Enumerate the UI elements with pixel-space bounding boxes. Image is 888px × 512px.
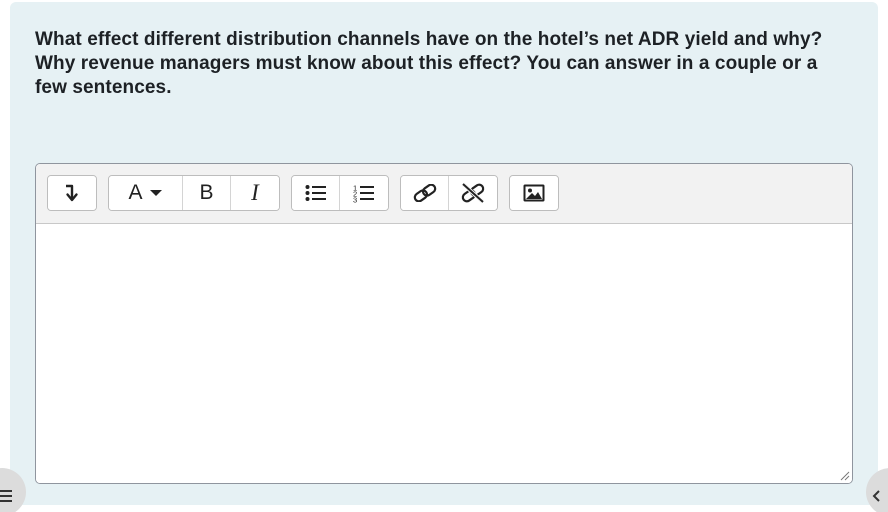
unlink-button[interactable]	[449, 176, 497, 210]
toolbar-group-collapse	[47, 175, 97, 211]
italic-icon: I	[251, 180, 259, 205]
italic-button[interactable]: I	[231, 176, 279, 210]
ordered-list-button[interactable]: 1 2 3	[340, 176, 388, 210]
caret-down-icon	[149, 190, 162, 196]
ordered-list-icon: 1 2 3	[353, 184, 374, 204]
toolbar-group-lists: 1 2 3	[291, 175, 389, 211]
image-button[interactable]	[510, 176, 558, 210]
unlink-icon	[461, 182, 485, 204]
page: What effect different distribution chann…	[0, 0, 888, 512]
toolbar-group-style: A B I	[108, 175, 280, 211]
editor-content-area[interactable]	[36, 224, 852, 483]
unordered-list-icon	[305, 185, 326, 201]
collapse-toolbar-button[interactable]	[48, 176, 96, 210]
toolbar-group-links	[400, 175, 498, 211]
question-panel: What effect different distribution chann…	[10, 2, 878, 505]
link-icon	[413, 184, 436, 202]
unordered-list-button[interactable]	[292, 176, 340, 210]
font-color-button[interactable]: A	[109, 176, 183, 210]
svg-text:3: 3	[353, 196, 357, 204]
resize-handle-icon[interactable]	[840, 471, 850, 481]
image-icon	[523, 184, 545, 202]
bold-button[interactable]: B	[183, 176, 231, 210]
bold-icon: B	[199, 181, 214, 204]
font-color-icon: A	[128, 181, 143, 204]
menu-icon	[0, 490, 12, 502]
collapse-toolbar-icon	[66, 184, 78, 202]
question-text: What effect different distribution chann…	[35, 29, 823, 98]
chevron-left-icon	[872, 490, 880, 502]
toolbar-group-media	[509, 175, 559, 211]
text-editor: A B I 1 2 3	[35, 163, 853, 484]
editor-toolbar: A B I 1 2 3	[36, 164, 852, 224]
link-button[interactable]	[401, 176, 449, 210]
